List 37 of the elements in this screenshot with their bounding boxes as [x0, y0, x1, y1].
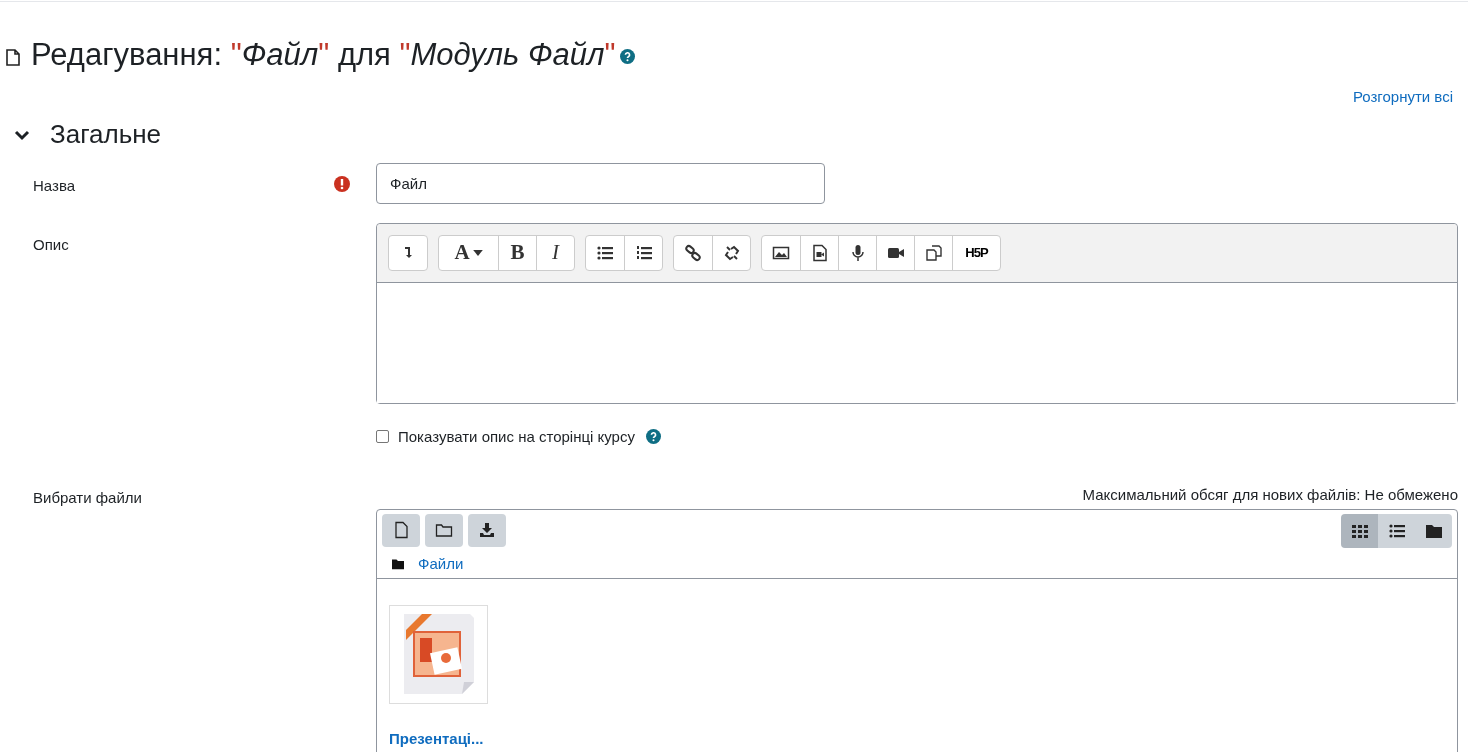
unlink-icon: [722, 243, 741, 262]
help-icon[interactable]: [619, 49, 635, 64]
page-heading: Редагування: "Файл" для "Модуль Файл": [31, 39, 616, 70]
checkbox[interactable]: [376, 430, 389, 444]
add-file-icon: [392, 521, 410, 539]
help-icon[interactable]: [645, 429, 661, 445]
link-icon: [684, 243, 702, 262]
toolbar-button[interactable]: A: [439, 235, 498, 270]
numbers-icon: [634, 243, 653, 262]
file-limit-text: Максимальний обсяг для нових файлів: Не обмежено: [1082, 485, 1458, 505]
document-icon: [6, 49, 20, 66]
file-thumbnail[interactable]: [389, 604, 488, 704]
folder-icon: [435, 521, 453, 539]
view-toggle[interactable]: [1378, 513, 1415, 548]
download-icon: [478, 521, 496, 539]
file-toolbar-button[interactable]: [425, 513, 463, 547]
name-input[interactable]: Файл: [376, 162, 825, 204]
folder-path-link[interactable]: Файли: [418, 552, 464, 575]
section-toggle[interactable]: Загальне: [0, 114, 1468, 155]
file-name-link[interactable]: Презентаці...: [389, 727, 488, 750]
paste-icon: [924, 243, 943, 262]
toolbar-button[interactable]: H5P: [952, 235, 1000, 270]
file-toolbar-button[interactable]: [382, 513, 420, 547]
expand-all-link[interactable]: Розгорнути всі: [1352, 86, 1453, 109]
chevron-icon: [14, 128, 30, 141]
field-label: Вибрати файли: [32, 488, 143, 508]
toolbar-button[interactable]: B: [498, 235, 536, 270]
field-label: Назва: [33, 175, 76, 196]
caret-icon: [472, 249, 483, 256]
field-label: Опис: [33, 234, 69, 255]
view-toggle[interactable]: [1341, 513, 1378, 548]
media-icon: [810, 243, 829, 262]
toolbar-button[interactable]: I: [536, 235, 574, 270]
file-toolbar-button[interactable]: [468, 513, 506, 547]
folder-icon: [391, 557, 405, 570]
checkbox-label: Показувати опис на сторінці курсу: [398, 426, 635, 447]
view-toggle[interactable]: [1415, 513, 1452, 548]
